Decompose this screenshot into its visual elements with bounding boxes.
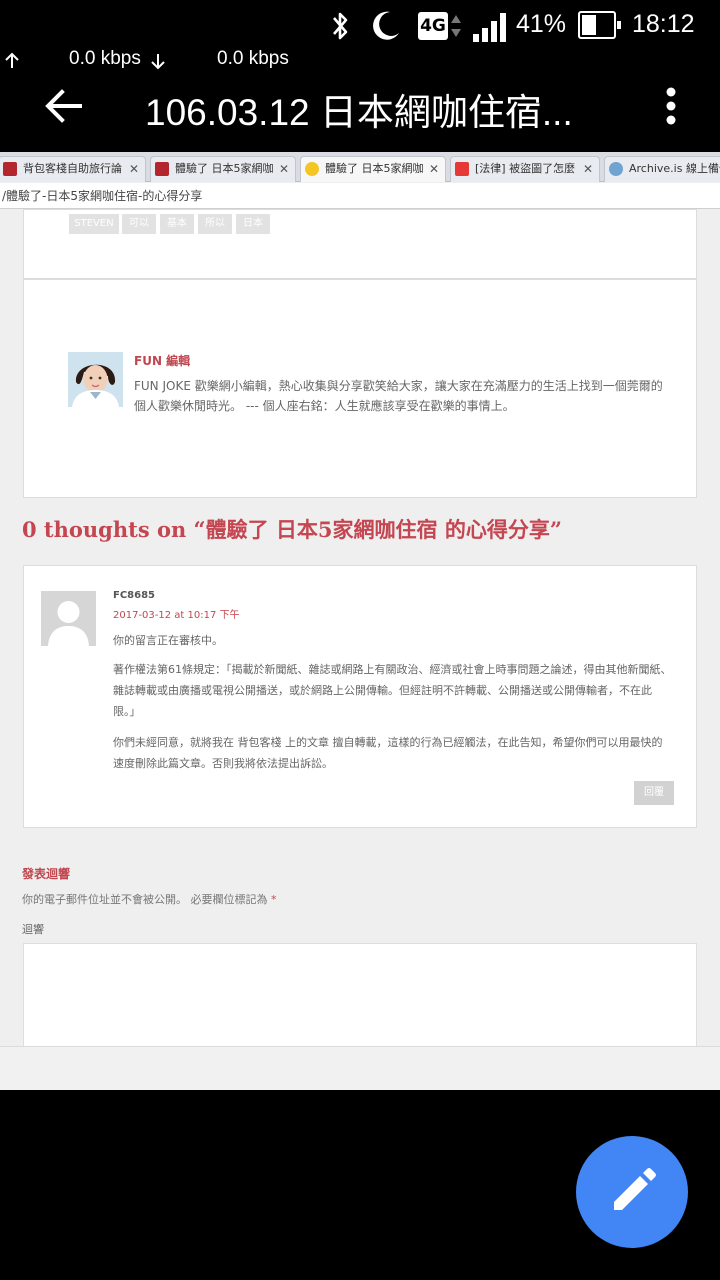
data-activity-icon [451, 15, 461, 37]
screenshot-preview: 背包客棧自助旅行論 ✕ 體驗了 日本5家網咖 ✕ 體驗了 日本5家網咖 ✕ [法… [0, 152, 720, 1090]
more-vert-icon [666, 87, 676, 125]
upload-arrow-icon [5, 52, 19, 68]
comment-field-label: 迴響 [22, 923, 44, 936]
reply-form-heading: 發表迴響 [22, 867, 71, 881]
close-tab-icon[interactable]: ✕ [279, 157, 289, 181]
favicon-icon [455, 162, 469, 176]
battery-icon [578, 11, 621, 39]
note-text: 你的電子郵件位址並不會被公開。 必要欄位標記為 [22, 893, 268, 906]
required-mark: * [271, 893, 277, 906]
page-footer-area [0, 1046, 720, 1090]
tag-link[interactable]: 日本 [236, 214, 270, 234]
comments-heading: 0 thoughts on “體驗了 日本5家網咖住宿 的心得分享” [22, 517, 562, 542]
favicon-icon [305, 162, 319, 176]
pencil-edit-icon [614, 1168, 656, 1210]
comment-paragraph: 著作權法第61條規定：「揭載於新聞紙、雜誌或網路上有關政治、經濟或社會上時事問題… [113, 663, 672, 718]
bluetooth-icon [333, 12, 348, 40]
favicon-icon [155, 162, 169, 176]
tab-label: 體驗了 日本5家網咖 [325, 162, 424, 175]
comment-author[interactable]: FC8685 [113, 590, 155, 601]
default-avatar-icon [41, 591, 96, 646]
overflow-menu-button[interactable] [656, 82, 686, 130]
comment-moderation-note: 你的留言正在審核中。 [113, 634, 223, 647]
tab-label: 背包客棧自助旅行論 [23, 162, 122, 175]
tab-label: 體驗了 日本5家網咖 [175, 162, 274, 175]
download-speed: 0.0 kbps [217, 48, 289, 69]
commenter-avatar [41, 591, 96, 646]
arrow-left-icon [45, 89, 82, 123]
address-bar[interactable]: /體驗了-日本5家網咖住宿-的心得分享 [0, 183, 720, 209]
close-tab-icon[interactable]: ✕ [429, 157, 439, 181]
upload-speed: 0.0 kbps [69, 48, 141, 69]
download-arrow-icon [151, 54, 165, 70]
favicon-icon [3, 162, 17, 176]
reply-button[interactable]: 回覆 [634, 781, 674, 805]
back-button[interactable] [40, 82, 88, 130]
do-not-disturb-moon-icon [373, 11, 399, 40]
author-avatar [68, 352, 123, 407]
tag-link[interactable]: 基本 [160, 214, 194, 234]
browser-tab[interactable]: 背包客棧自助旅行論 ✕ [0, 156, 146, 182]
browser-tab[interactable]: 體驗了 日本5家網咖 ✕ [150, 156, 296, 182]
tag-link[interactable]: STEVEN [69, 214, 119, 234]
edit-fab-button[interactable] [576, 1136, 688, 1248]
browser-tab-strip: 背包客棧自助旅行論 ✕ 體驗了 日本5家網咖 ✕ 體驗了 日本5家網咖 ✕ [法… [0, 152, 720, 182]
battery-percentage: 41% [516, 10, 567, 38]
comment-date[interactable]: 2017-03-12 at 10:17 下午 [113, 606, 240, 621]
close-tab-icon[interactable]: ✕ [129, 157, 139, 181]
browser-tab[interactable]: [法律] 被盜圖了怎麼 ✕ [450, 156, 600, 182]
tag-link[interactable]: 所以 [198, 214, 232, 234]
4g-icon: 4G [418, 12, 448, 40]
status-bar: 4G 41% 18:12 [0, 0, 720, 52]
page-title: 106.03.12 日本網咖住宿... [145, 92, 573, 133]
reply-form-note: 你的電子郵件位址並不會被公開。 必要欄位標記為 * [22, 891, 277, 907]
tag-link[interactable]: 可以 [122, 214, 156, 234]
comment-paragraph: 你們未經同意，就將我在 背包客棧 上的文章 擅自轉載，這樣的行為已經觸法，在此告… [113, 736, 663, 770]
signal-icon [473, 13, 506, 42]
status-time: 18:12 [632, 10, 695, 38]
tab-label: Archive.is 線上備份 [629, 162, 720, 175]
tab-label: [法律] 被盜圖了怎麼 [475, 162, 576, 175]
favicon-icon [609, 162, 623, 176]
author-name[interactable]: FUN 編輯 [134, 352, 190, 369]
close-tab-icon[interactable]: ✕ [583, 157, 593, 181]
comment-textarea[interactable] [23, 943, 697, 1053]
author-bio: FUN JOKE 歡樂網小編輯，熱心收集與分享歡笑給大家，讓大家在充滿壓力的生活… [134, 379, 663, 413]
browser-tab-active[interactable]: 體驗了 日本5家網咖 ✕ [300, 156, 446, 182]
browser-tab[interactable]: Archive.is 線上備份 [604, 156, 720, 182]
